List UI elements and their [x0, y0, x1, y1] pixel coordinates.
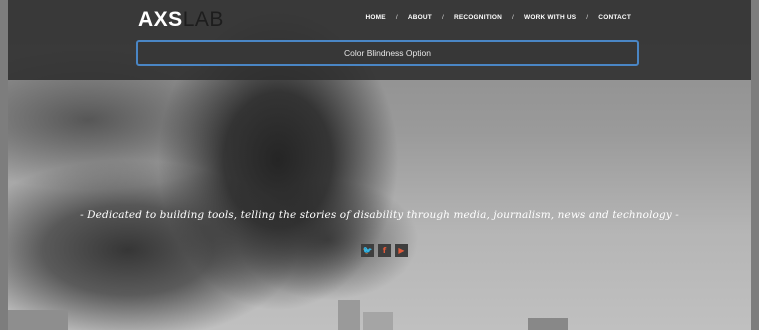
logo-bold: AXS	[138, 8, 183, 31]
nav-recognition[interactable]: RECOGNITION	[454, 14, 502, 21]
nav-separator: /	[441, 14, 444, 21]
nav-contact[interactable]: CONTACT	[598, 14, 631, 21]
hero-city-silhouette	[8, 280, 751, 330]
nav-home[interactable]: HOME	[366, 14, 386, 21]
site-logo[interactable]: AXSLAB	[138, 8, 224, 32]
nav-about[interactable]: ABOUT	[408, 14, 432, 21]
nav-separator: /	[395, 14, 398, 21]
page: AXSLAB HOME / ABOUT / RECOGNITION / WORK…	[8, 0, 751, 330]
nav-separator: /	[512, 14, 515, 21]
social-links: 🐦 f ▶	[361, 244, 408, 257]
twitter-icon[interactable]: 🐦	[361, 244, 374, 257]
nav-work-with-us[interactable]: WORK WITH US	[524, 14, 576, 21]
nav-separator: /	[586, 14, 589, 21]
hero-tagline: - Dedicated to building tools, telling t…	[80, 209, 679, 221]
main-nav: HOME / ABOUT / RECOGNITION / WORK WITH U…	[366, 14, 631, 21]
facebook-icon[interactable]: f	[378, 244, 391, 257]
logo-light: LAB	[182, 8, 224, 31]
color-blindness-option-label: Color Blindness Option	[344, 48, 431, 58]
youtube-icon[interactable]: ▶	[395, 244, 408, 257]
color-blindness-option-button[interactable]: Color Blindness Option	[136, 40, 639, 66]
